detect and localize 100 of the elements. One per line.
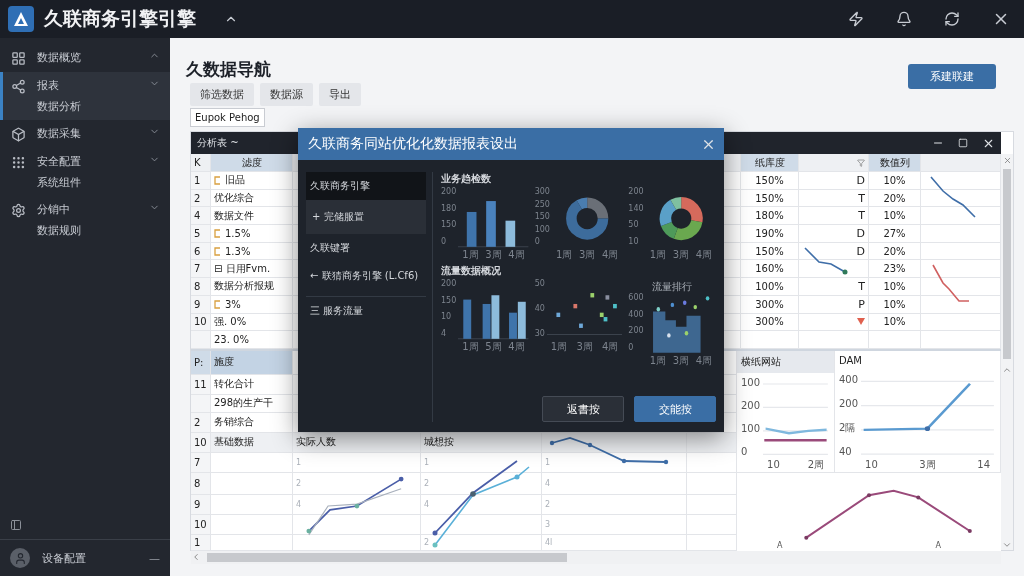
axis-tick: 200	[628, 188, 644, 197]
data-point	[693, 304, 697, 310]
section-title: 流量数据概况	[441, 264, 502, 278]
cell-text: 1.5%	[225, 227, 251, 239]
dialog-button[interactable]: 返書按	[542, 396, 624, 422]
nav-item[interactable]: ← 联猜商务引擎 (L.Cf6)	[306, 262, 426, 290]
scrollbar-thumb[interactable]	[1003, 169, 1011, 359]
table-cell: 10%	[869, 172, 921, 190]
toolbar-button[interactable]: 数据源	[260, 83, 313, 106]
axis-tick: 3周	[919, 458, 936, 470]
period-button[interactable]: Eupok Pehog	[190, 108, 265, 127]
axis-tick: 3周	[485, 249, 502, 260]
nav-item[interactable]: + 完储服置	[306, 200, 426, 234]
sheet-title[interactable]: 分析表 ~	[197, 136, 239, 150]
table-cell: 转化合计	[211, 374, 293, 395]
network-icon	[11, 79, 27, 94]
axis-tick: 10	[865, 458, 878, 470]
nav-item[interactable]: 久联商务引擎	[306, 172, 426, 200]
sidebar-item[interactable]: 安全配置 系统组件	[0, 148, 170, 196]
sidebar-label: 数据概览	[37, 50, 82, 65]
axis-tick: 2隔	[839, 421, 857, 433]
row-number: 10	[191, 432, 211, 453]
sidebar-item[interactable]: 报表 数据分析	[0, 72, 170, 120]
sidebar-label: 数据规则	[37, 223, 82, 238]
axis-tick: 3周	[672, 249, 689, 260]
axis-tick: 140	[628, 204, 644, 214]
cell-text: ⊟ 日用Fvm.	[214, 261, 271, 276]
data-point	[670, 302, 674, 308]
row-number: 4	[191, 207, 211, 226]
table-cell: 160%	[741, 260, 799, 279]
axis-tick: 4周	[508, 341, 525, 352]
axis-tick: 400	[628, 310, 644, 320]
axis-tick: 1周	[550, 341, 568, 352]
cell-text: 旧品	[225, 173, 245, 188]
data-point	[578, 323, 583, 328]
dialog-button[interactable]: 交能按	[634, 396, 716, 422]
avatar-icon	[10, 548, 30, 568]
axis-tick: 1周	[462, 341, 479, 352]
bar	[491, 295, 500, 339]
bracket-icon	[214, 299, 221, 309]
refresh-icon[interactable]	[944, 11, 960, 27]
toolbar-button[interactable]: 导出	[319, 83, 361, 106]
axis-tick: 30	[534, 330, 545, 339]
sparkline	[931, 263, 971, 304]
row-number: 5	[191, 225, 211, 243]
data-point	[573, 303, 578, 309]
dialog-title: 久联商务同站优化化数据报表设出	[308, 135, 519, 153]
primary-button[interactable]: 系建联建	[908, 64, 996, 89]
axis-tick: 150	[534, 213, 550, 222]
axis-tick: 180	[441, 204, 457, 214]
table-cell	[869, 331, 921, 349]
bell-icon[interactable]	[896, 11, 912, 27]
sidebar-item[interactable]: 数据概览	[0, 44, 170, 72]
axis-tick: A	[777, 542, 783, 551]
bar	[486, 201, 497, 247]
bolt-icon[interactable]	[848, 11, 864, 27]
axis-tick: 400	[839, 373, 859, 385]
scrollbar-thumb[interactable]	[207, 552, 567, 562]
axis-tick: 100	[741, 422, 761, 434]
axis-tick: 3周	[576, 341, 593, 352]
table-cell: 3	[542, 514, 687, 535]
data-point	[867, 493, 871, 498]
axis-tick: 1周	[555, 249, 573, 260]
sidebar-item[interactable]: 数据采集	[0, 120, 170, 148]
nav-item[interactable]: 久联键署	[306, 234, 426, 262]
data-point	[916, 495, 921, 500]
chart-title: 流量排行	[652, 280, 693, 294]
data-point	[666, 333, 671, 338]
axis-tick: 150	[441, 221, 457, 231]
panel-toggle-icon[interactable]	[10, 519, 22, 531]
cell-text: 3%	[225, 298, 241, 310]
cell-text: 强. 0%	[214, 314, 247, 329]
axis-tick: 40	[534, 305, 545, 314]
data-point	[924, 426, 931, 431]
table-cell: 180%	[741, 207, 799, 226]
sidebar-item[interactable]: 分销中 数据规则	[0, 196, 170, 244]
axis-tick: 10	[767, 458, 780, 470]
cell-text: 23. 0%	[214, 334, 249, 346]
nav-item[interactable]: 三 服务流量	[306, 296, 426, 325]
data-point	[612, 303, 617, 309]
axis-tick: 250	[534, 200, 550, 210]
area-fill	[652, 311, 701, 353]
table-cell: 10%	[869, 278, 921, 296]
row-number: 1	[191, 172, 211, 190]
cell-text: 数据文件	[214, 208, 254, 223]
table-cell: 1	[293, 452, 421, 473]
row-number: 7	[191, 452, 211, 473]
table-cell: 施度	[211, 350, 293, 375]
maximize-icon[interactable]	[958, 138, 968, 148]
bar	[509, 312, 518, 339]
toolbar-button[interactable]: 筛选数据	[190, 83, 254, 106]
app-logo	[8, 6, 34, 32]
row-number: 11	[191, 374, 211, 395]
axis-tick: 100	[741, 376, 761, 388]
table-cell: 4	[542, 472, 687, 495]
axis-tick: 200	[441, 188, 457, 197]
user-menu[interactable]: —	[149, 551, 160, 565]
axis-tick: 1周	[649, 355, 666, 366]
axis-tick: 4周	[601, 341, 619, 352]
cell-text: 优化综合	[214, 191, 254, 206]
